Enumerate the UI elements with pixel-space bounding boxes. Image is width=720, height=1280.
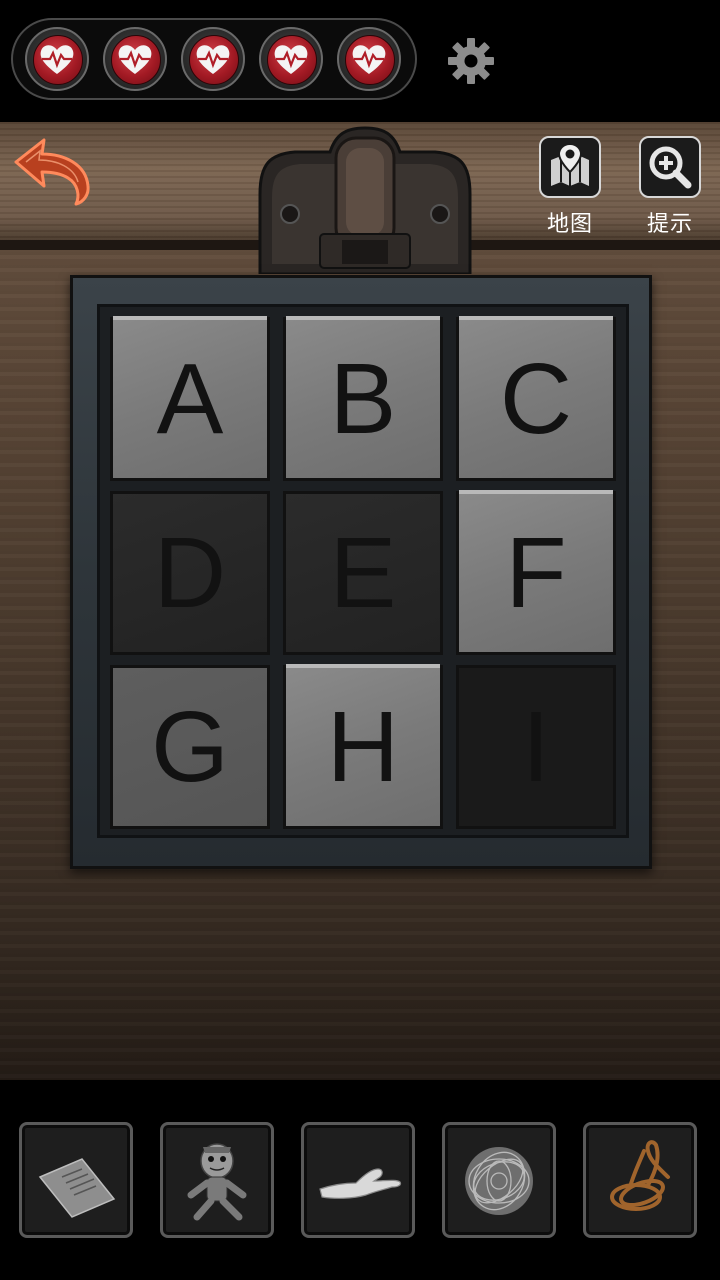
map-button[interactable]: 地图	[537, 136, 603, 238]
hint-label: 提示	[646, 212, 693, 237]
tile-h[interactable]: H	[283, 664, 443, 829]
tile-g[interactable]: G	[110, 665, 270, 829]
gear-icon[interactable]	[446, 36, 496, 86]
life-heart-1	[25, 27, 89, 91]
note-paper-icon	[38, 1158, 116, 1218]
heart-icon	[196, 45, 230, 74]
tile-c[interactable]: C	[456, 316, 616, 481]
tile-letter: H	[326, 691, 400, 803]
inventory-slot-hand[interactable]	[301, 1122, 415, 1238]
inventory-bar	[0, 1080, 720, 1280]
map-label: 地图	[546, 212, 593, 237]
life-heart-2	[103, 27, 167, 91]
heart-icon	[40, 45, 74, 74]
tile-a[interactable]: A	[110, 316, 270, 481]
top-hud	[0, 0, 720, 122]
tile-letter: F	[505, 517, 567, 629]
tile-letter: C	[499, 343, 573, 455]
severed-hand-icon	[319, 1168, 402, 1199]
tile-letter: I	[522, 691, 550, 803]
heart-icon	[118, 45, 152, 74]
letter-puzzle-panel: A B C D E F G H I	[70, 275, 652, 869]
tile-letter: D	[153, 517, 227, 629]
inventory-slot-doll[interactable]	[160, 1122, 274, 1238]
hint-button[interactable]: 提示	[637, 136, 703, 238]
rope-coil-icon	[610, 1140, 670, 1211]
chest-scene: 地图 提示 A B C D E F G H I	[0, 122, 720, 1080]
inventory-slot-steel-wool[interactable]	[442, 1122, 556, 1238]
life-heart-5	[337, 27, 401, 91]
lives-bar	[11, 18, 417, 100]
magnifier-plus-icon	[649, 146, 692, 189]
tile-letter: A	[156, 343, 224, 455]
heart-icon	[352, 45, 386, 74]
tile-f[interactable]: F	[456, 490, 616, 655]
rag-doll-icon	[187, 1143, 247, 1221]
tile-letter: G	[151, 691, 229, 803]
steel-wool-icon	[465, 1147, 533, 1215]
tile-e[interactable]: E	[283, 491, 443, 655]
hint-icon-box[interactable]	[639, 136, 701, 198]
back-arrow-icon[interactable]	[12, 134, 94, 206]
life-heart-4	[259, 27, 323, 91]
tile-d[interactable]: D	[110, 491, 270, 655]
heart-icon	[274, 45, 308, 74]
tile-i[interactable]: I	[456, 665, 616, 829]
tile-letter: E	[329, 517, 397, 629]
map-icon-box[interactable]	[539, 136, 601, 198]
tile-letter: B	[329, 343, 397, 455]
inventory-slot-note[interactable]	[19, 1122, 133, 1238]
tile-b[interactable]: B	[283, 316, 443, 481]
chest-latch	[258, 126, 472, 274]
letter-grid: A B C D E F G H I	[97, 304, 629, 838]
inventory-slot-rope[interactable]	[583, 1122, 697, 1238]
life-heart-3	[181, 27, 245, 91]
map-icon	[551, 142, 589, 186]
